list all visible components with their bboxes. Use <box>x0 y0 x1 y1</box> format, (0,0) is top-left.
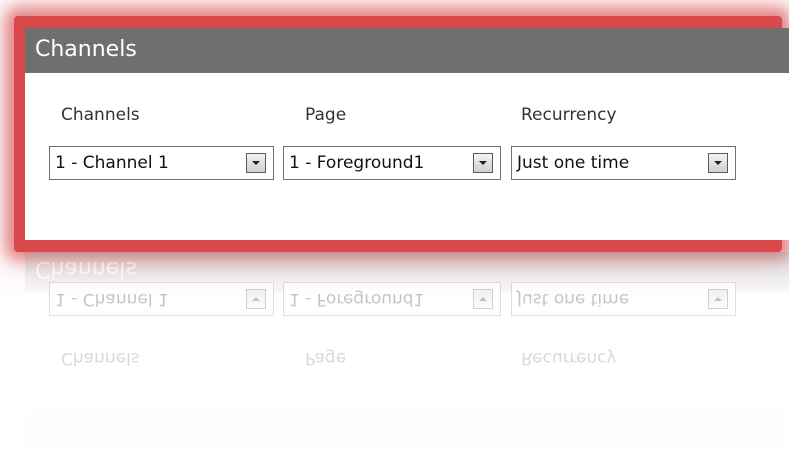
panel-reflection: Channels Channels Page Recurrency 1 - Ch… <box>25 252 789 453</box>
reflection-page-label: Page <box>305 348 347 368</box>
reflection-page-select: 1 - Foreground1 <box>283 282 501 316</box>
reflection-channels-value: 1 - Channel 1 <box>55 289 169 309</box>
reflection-recurrency-label: Recurrency <box>521 348 617 368</box>
recurrency-select[interactable]: Just one time <box>511 146 736 180</box>
chevron-down-icon <box>479 297 487 301</box>
chevron-down-icon <box>252 161 260 165</box>
reflection-page-value: 1 - Foreground1 <box>289 289 425 309</box>
panel-title: Channels <box>35 37 137 62</box>
reflection-dropdown-button <box>473 289 493 309</box>
reflection-channels-select: 1 - Channel 1 <box>49 282 274 316</box>
reflection-recurrency-select: Just one time <box>511 282 736 316</box>
reflection-dropdown-button <box>708 289 728 309</box>
channels-dropdown-button[interactable] <box>246 153 266 173</box>
page-label: Page <box>305 105 347 125</box>
reflection-dropdown-button <box>246 289 266 309</box>
chevron-down-icon <box>714 297 722 301</box>
recurrency-select-value: Just one time <box>517 153 630 173</box>
reflection-title: Channels <box>35 256 137 281</box>
chevron-down-icon <box>252 297 260 301</box>
page-dropdown-button[interactable] <box>473 153 493 173</box>
channels-select[interactable]: 1 - Channel 1 <box>49 146 274 180</box>
chevron-down-icon <box>479 161 487 165</box>
reflection-channels-label: Channels <box>61 348 140 368</box>
page-select[interactable]: 1 - Foreground1 <box>283 146 501 180</box>
recurrency-label: Recurrency <box>521 105 617 125</box>
channels-label: Channels <box>61 105 140 125</box>
panel-header: Channels <box>25 28 789 73</box>
channels-panel: Channels Channels Page Recurrency 1 - Ch… <box>25 28 789 240</box>
recurrency-dropdown-button[interactable] <box>708 153 728 173</box>
chevron-down-icon <box>714 161 722 165</box>
reflection-recurrency-value: Just one time <box>517 289 630 309</box>
channels-select-value: 1 - Channel 1 <box>55 153 169 173</box>
page-select-value: 1 - Foreground1 <box>289 153 425 173</box>
